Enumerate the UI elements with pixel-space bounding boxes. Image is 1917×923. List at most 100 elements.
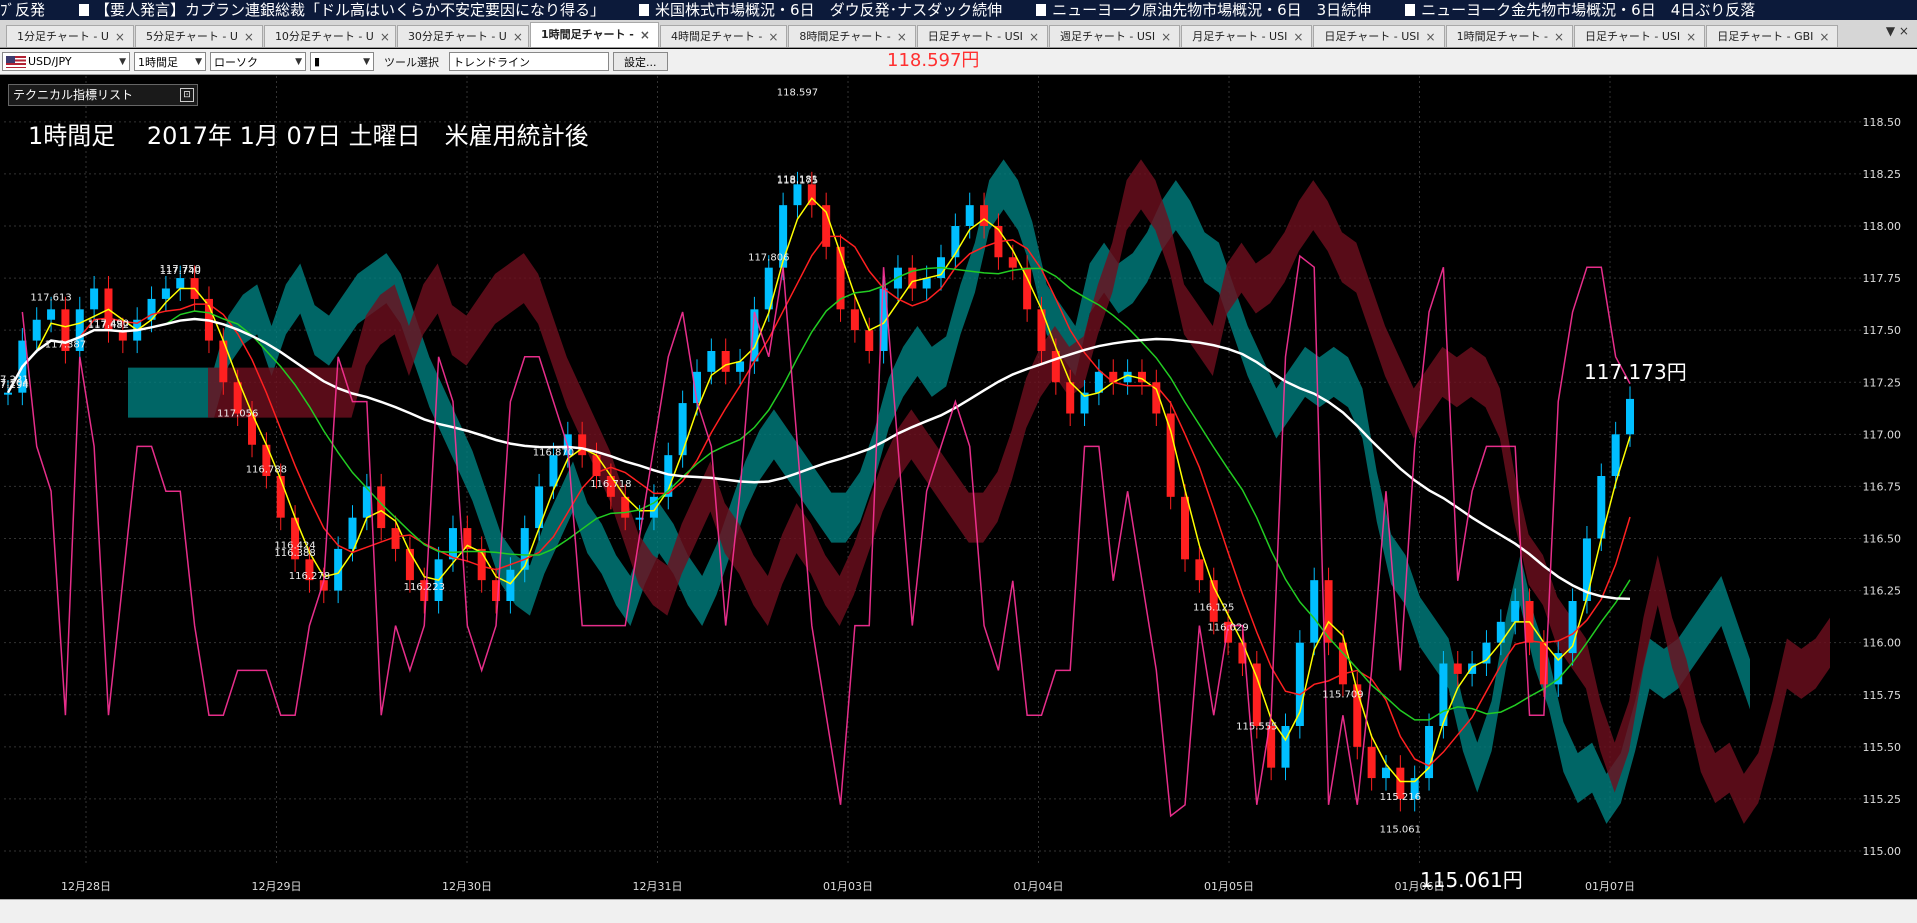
ticker-item[interactable]: 米国株式市場概況・6日 ダウ反発･ナスダック続伸 bbox=[655, 1, 1002, 19]
close-icon[interactable]: × bbox=[1819, 27, 1829, 47]
tab-1min[interactable]: 1分足チャート - U × bbox=[6, 25, 134, 47]
candle-body bbox=[1453, 663, 1462, 674]
x-tick-label: 01月05日 bbox=[1204, 880, 1254, 893]
settings-button[interactable]: 設定... bbox=[613, 52, 668, 71]
candle-body bbox=[47, 309, 56, 320]
tab-monthly[interactable]: 月足チャート - USI × bbox=[1181, 25, 1313, 47]
close-icon[interactable]: × bbox=[768, 27, 778, 47]
y-tick-label: 118.50 bbox=[1863, 116, 1902, 129]
price-annotation: 115.061 bbox=[1380, 824, 1421, 835]
close-icon[interactable]: × bbox=[380, 27, 390, 47]
tab-1hour[interactable]: 1時間足チャート - × bbox=[529, 22, 659, 47]
price-annotation: 116.029 bbox=[1207, 623, 1248, 634]
close-icon[interactable]: × bbox=[244, 27, 254, 47]
close-icon[interactable]: × bbox=[897, 27, 907, 47]
y-tick-label: 118.25 bbox=[1863, 168, 1902, 181]
tab-4hour[interactable]: 4時間足チャート - × bbox=[659, 25, 788, 47]
horizontal-scrollbar[interactable] bbox=[0, 899, 1917, 923]
tab-1hour-2[interactable]: 1時間足チャート - × bbox=[1445, 25, 1574, 47]
x-tick-label: 12月30日 bbox=[442, 880, 492, 893]
candle-body bbox=[90, 288, 99, 310]
document-icon bbox=[639, 4, 650, 16]
close-icon[interactable]: × bbox=[1161, 27, 1171, 47]
tab-menu-button[interactable]: ▼ × bbox=[1886, 24, 1909, 38]
tab-8hour[interactable]: 8時間足チャート - × bbox=[788, 25, 916, 47]
candle-body bbox=[965, 205, 974, 226]
tab-5min[interactable]: 5分足チャート - U × bbox=[134, 25, 263, 47]
candle-body bbox=[32, 319, 41, 341]
tool-select-label: ツール選択 bbox=[384, 55, 439, 69]
indicator-list-panel[interactable]: テクニカル指標リスト ⊡ bbox=[8, 84, 198, 106]
tab-daily-3[interactable]: 日足チャート - USI × bbox=[1574, 25, 1706, 47]
tool-select-field[interactable]: トレンドライン bbox=[449, 52, 609, 71]
low-price-label: 115.061円 bbox=[1420, 868, 1523, 892]
y-tick-label: 116.75 bbox=[1863, 480, 1902, 493]
close-icon[interactable]: × bbox=[1029, 27, 1039, 47]
candle-body bbox=[865, 330, 874, 351]
tab-daily[interactable]: 日足チャート - USI × bbox=[916, 25, 1048, 47]
candle-body bbox=[1367, 746, 1376, 779]
close-icon[interactable]: × bbox=[1554, 27, 1564, 47]
tab-10min[interactable]: 10分足チャート - U × bbox=[263, 25, 396, 47]
x-tick-label: 01月03日 bbox=[823, 880, 873, 893]
close-icon[interactable]: × bbox=[1686, 27, 1696, 47]
price-annotation: 116.223 bbox=[404, 582, 445, 593]
price-annotation: 117.806 bbox=[748, 252, 789, 263]
close-icon[interactable]: × bbox=[1293, 27, 1303, 47]
timeframe-select[interactable]: 1時間足 ▼ bbox=[134, 52, 206, 71]
close-icon[interactable]: × bbox=[513, 27, 523, 47]
price-annotation: 117.056 bbox=[217, 409, 258, 420]
candle-body bbox=[707, 351, 716, 372]
candle-body bbox=[1094, 371, 1103, 393]
ticker-item[interactable]: ﾌﾞ反発 bbox=[0, 1, 45, 19]
price-chart[interactable]: 118.50 118.25 118.00 117.75 117.50 117.25 117.… bbox=[0, 76, 1917, 899]
candle-body bbox=[721, 351, 730, 372]
candle-body bbox=[1181, 496, 1190, 560]
close-icon[interactable]: × bbox=[115, 27, 125, 47]
tab-30min[interactable]: 30分足チャート - U × bbox=[396, 25, 529, 47]
candle-style-value: ▮ bbox=[314, 55, 321, 68]
tab-daily-gbp[interactable]: 日足チャート - GBI × bbox=[1706, 25, 1839, 47]
candle-style-select[interactable]: ▮ ▼ bbox=[310, 52, 374, 71]
price-annotation: 118.597 bbox=[777, 88, 818, 99]
tab-label: 日足チャート - USI bbox=[1585, 29, 1681, 43]
candle-body bbox=[1066, 382, 1075, 414]
x-tick-label: 12月28日 bbox=[61, 880, 111, 893]
y-tick-label: 115.50 bbox=[1863, 741, 1902, 754]
close-icon[interactable]: × bbox=[1426, 27, 1436, 47]
price-annotation: 115.555 bbox=[1236, 721, 1277, 732]
symbol-select[interactable]: USD/JPY ▼ bbox=[2, 52, 130, 71]
ticker-item[interactable]: ニューヨーク金先物市場概況・6日 4日ぶり反落 bbox=[1421, 1, 1755, 19]
ticker-item[interactable]: ニューヨーク原油先物市場概況・6日 3日続伸 bbox=[1052, 1, 1371, 19]
y-tick-label: 115.00 bbox=[1863, 845, 1902, 858]
candle-body bbox=[1252, 663, 1261, 726]
price-annotation: 117.387 bbox=[45, 340, 86, 351]
indicator-list-title: テクニカル指標リスト bbox=[13, 88, 134, 102]
tab-label: 30分足チャート - U bbox=[407, 29, 507, 43]
y-tick-label: 117.25 bbox=[1863, 376, 1902, 389]
y-tick-label: 117.75 bbox=[1863, 272, 1902, 285]
candle-body bbox=[448, 528, 457, 560]
ticker-item[interactable]: 【要人発言】カプラン連銀総裁「ドル高はいくらか不安定要因になり得る」 bbox=[95, 1, 605, 19]
tab-label: 4時間足チャート - bbox=[670, 29, 763, 43]
tab-weekly[interactable]: 週足チャート - USI × bbox=[1049, 25, 1181, 47]
high-price-label: 117.173円 bbox=[1584, 360, 1687, 384]
price-annotation: 116.870 bbox=[533, 447, 574, 458]
x-tick-label: 12月31日 bbox=[633, 880, 683, 893]
timeframe-value: 1時間足 bbox=[138, 55, 178, 69]
chevron-down-icon: ▼ bbox=[295, 56, 302, 67]
tab-label: 5分足チャート - U bbox=[145, 29, 238, 43]
tab-label: 1時間足チャート - bbox=[1456, 29, 1548, 43]
tab-daily-2[interactable]: 日足チャート - USI × bbox=[1313, 25, 1445, 47]
close-icon[interactable]: × bbox=[640, 25, 650, 45]
price-top-label: 118.597円 bbox=[887, 50, 980, 71]
chart-canvas[interactable]: 118.50 118.25 118.00 117.75 117.50 117.25 117.… bbox=[0, 76, 1917, 899]
y-tick-label: 116.00 bbox=[1863, 637, 1902, 650]
chart-type-select[interactable]: ローソク ▼ bbox=[210, 52, 306, 71]
price-annotation: 118.175 bbox=[777, 176, 818, 187]
price-annotation: 116.278 bbox=[289, 571, 330, 582]
price-annotation: 116.125 bbox=[1193, 603, 1234, 614]
candle-body bbox=[520, 528, 529, 570]
candle-body bbox=[980, 205, 989, 226]
panel-toggle-icon[interactable]: ⊡ bbox=[180, 88, 194, 102]
